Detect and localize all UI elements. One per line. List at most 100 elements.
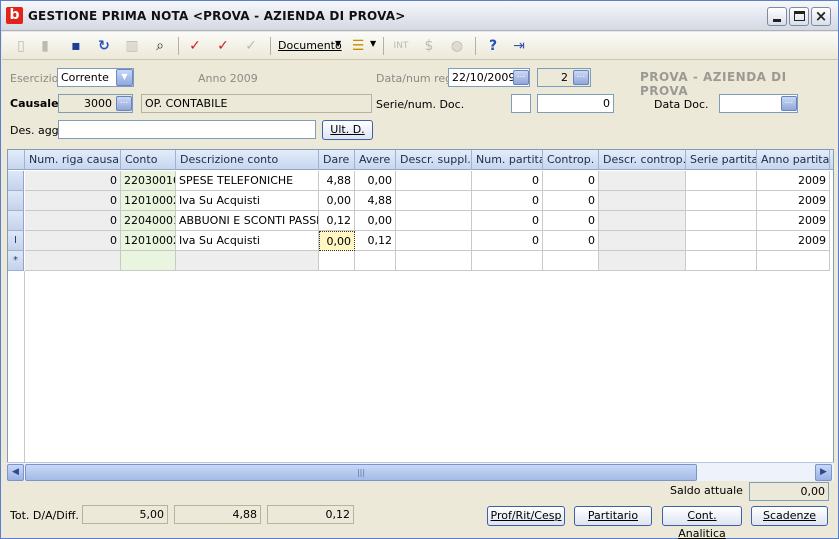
cell-num-partita[interactable]: 0 (472, 231, 543, 251)
new-row-indicator[interactable]: * (8, 251, 24, 271)
col-descr-controp[interactable]: Descr. controp. (599, 150, 686, 170)
row-indicator[interactable]: I (8, 231, 24, 251)
cell-num-riga[interactable]: 0 (25, 231, 121, 251)
col-num-riga[interactable]: Num. riga causale (25, 150, 121, 170)
cell-dare[interactable] (319, 251, 355, 271)
cell-num-partita[interactable]: 0 (472, 171, 543, 191)
col-dare[interactable]: Dare (319, 150, 355, 170)
cell-num-riga[interactable]: 0 (25, 171, 121, 191)
cell-num-partita[interactable]: 0 (472, 191, 543, 211)
cell-dare[interactable]: 0,12 (319, 211, 355, 231)
cell-anno-partita[interactable]: 2009 (757, 231, 830, 251)
cell-descr-suppl[interactable] (396, 231, 472, 251)
row-indicator[interactable] (8, 211, 24, 231)
cont-analitica-button[interactable]: Cont. Analitica (662, 506, 742, 539)
cell-anno-partita[interactable]: 2009 (757, 191, 830, 211)
check-edit-icon[interactable]: ✓ (213, 36, 233, 56)
table-row[interactable]: 0 12010002 Iva Su Acquisti 0,00 4,88 0 0… (8, 191, 833, 211)
currency-icon[interactable]: $ (419, 36, 439, 56)
scadenze-button[interactable]: Scadenze (751, 506, 828, 526)
col-anno-partita[interactable]: Anno partita (757, 150, 830, 170)
find-icon[interactable]: ⌕ (150, 36, 170, 56)
cell-avere[interactable]: 4,88 (355, 191, 396, 211)
cell-descr-controp[interactable] (599, 231, 686, 251)
close-button[interactable]: × (811, 7, 831, 26)
list-icon[interactable]: ☰ (348, 36, 368, 56)
cell-serie-partita[interactable] (686, 231, 757, 251)
new-row[interactable]: * (8, 251, 833, 271)
cell-dare[interactable]: 0,00 (319, 191, 355, 211)
col-controp[interactable]: Controp. (543, 150, 599, 170)
cell-serie-partita[interactable] (686, 191, 757, 211)
save-icon[interactable]: ▪ (66, 36, 86, 56)
check-icon[interactable]: ✓ (185, 36, 205, 56)
row-indicator[interactable] (8, 191, 24, 211)
cell-descrizione[interactable] (176, 251, 319, 271)
cell-anno-partita[interactable]: 2009 (757, 211, 830, 231)
col-descrizione[interactable]: Descrizione conto (176, 150, 319, 170)
cell-conto[interactable]: 12010002 (121, 231, 176, 251)
maximize-button[interactable] (789, 7, 809, 26)
cell-num-riga[interactable] (25, 251, 121, 271)
serie-doc-field[interactable] (511, 94, 531, 113)
delete-icon[interactable]: ▥ (122, 36, 142, 56)
num-doc-field[interactable]: 0 (537, 94, 614, 113)
globe-icon[interactable]: ◍ (447, 36, 467, 56)
table-row[interactable]: I 0 12010002 Iva Su Acquisti 0,00 0,12 0… (8, 231, 833, 251)
cell-descr-suppl[interactable] (396, 191, 472, 211)
cell-num-riga[interactable]: 0 (25, 211, 121, 231)
cell-conto[interactable]: 22030010 (121, 171, 176, 191)
new-icon[interactable]: ▯ (11, 36, 31, 56)
cell-num-riga[interactable]: 0 (25, 191, 121, 211)
cell-descr-controp[interactable] (599, 211, 686, 231)
partitario-button[interactable]: Partitario (574, 506, 652, 526)
cell-descr-suppl[interactable] (396, 211, 472, 231)
cell-avere[interactable] (355, 251, 396, 271)
int-icon[interactable]: INT (391, 36, 411, 56)
cell-controp[interactable]: 0 (543, 231, 599, 251)
cell-avere[interactable]: 0,12 (355, 231, 396, 251)
cell-descr-controp[interactable] (599, 251, 686, 271)
cell-dare[interactable]: 4,88 (319, 171, 355, 191)
col-descr-suppl[interactable]: Descr. suppl. (396, 150, 472, 170)
help-icon[interactable]: ? (483, 36, 503, 56)
scroll-left-icon[interactable]: ◀ (7, 464, 24, 481)
prof-rit-cesp-button[interactable]: Prof/Rit/Cesp (487, 506, 565, 526)
cell-num-partita[interactable]: 0 (472, 211, 543, 231)
undo-icon[interactable]: ↻ (94, 36, 114, 56)
cell-anno-partita[interactable] (757, 251, 830, 271)
scroll-right-icon[interactable]: ▶ (815, 464, 832, 481)
scroll-thumb[interactable]: ||| (25, 464, 697, 481)
cell-descrizione[interactable]: SPESE TELEFONICHE (176, 171, 319, 191)
chevron-down-icon[interactable]: ▼ (335, 39, 341, 48)
cell-serie-partita[interactable] (686, 171, 757, 191)
cell-controp[interactable] (543, 251, 599, 271)
cell-conto[interactable] (121, 251, 176, 271)
copy-icon[interactable]: ▮ (35, 36, 55, 56)
date-picker-button[interactable]: ... (513, 70, 529, 85)
col-avere[interactable]: Avere (355, 150, 396, 170)
chevron-down-icon[interactable]: ▼ (116, 69, 133, 86)
cell-conto[interactable]: 12010002 (121, 191, 176, 211)
data-doc-picker-button[interactable]: ... (781, 96, 797, 111)
cell-descr-controp[interactable] (599, 191, 686, 211)
cell-serie-partita[interactable] (686, 211, 757, 231)
horizontal-scrollbar[interactable]: ◀ ||| ▶ (7, 462, 834, 481)
cell-descrizione[interactable]: Iva Su Acquisti (176, 231, 319, 251)
cell-descr-controp[interactable] (599, 171, 686, 191)
causale-lookup-button[interactable]: ... (116, 96, 132, 111)
row-indicator[interactable] (8, 171, 24, 191)
documento-menu[interactable]: Documento (278, 39, 342, 52)
cell-controp[interactable]: 0 (543, 171, 599, 191)
minimize-button[interactable] (767, 7, 787, 26)
table-row[interactable]: 0 22040001 ABBUONI E SCONTI PASSIVI 0,12… (8, 211, 833, 231)
cell-descr-suppl[interactable] (396, 171, 472, 191)
cell-avere[interactable]: 0,00 (355, 211, 396, 231)
cell-descrizione[interactable]: Iva Su Acquisti (176, 191, 319, 211)
table-row[interactable]: 0 22030010 SPESE TELEFONICHE 4,88 0,00 0… (8, 171, 833, 191)
col-num-partita[interactable]: Num. partita (472, 150, 543, 170)
chevron-down-icon[interactable]: ▼ (370, 39, 376, 48)
col-conto[interactable]: Conto (121, 150, 176, 170)
cell-descr-suppl[interactable] (396, 251, 472, 271)
cell-num-partita[interactable] (472, 251, 543, 271)
